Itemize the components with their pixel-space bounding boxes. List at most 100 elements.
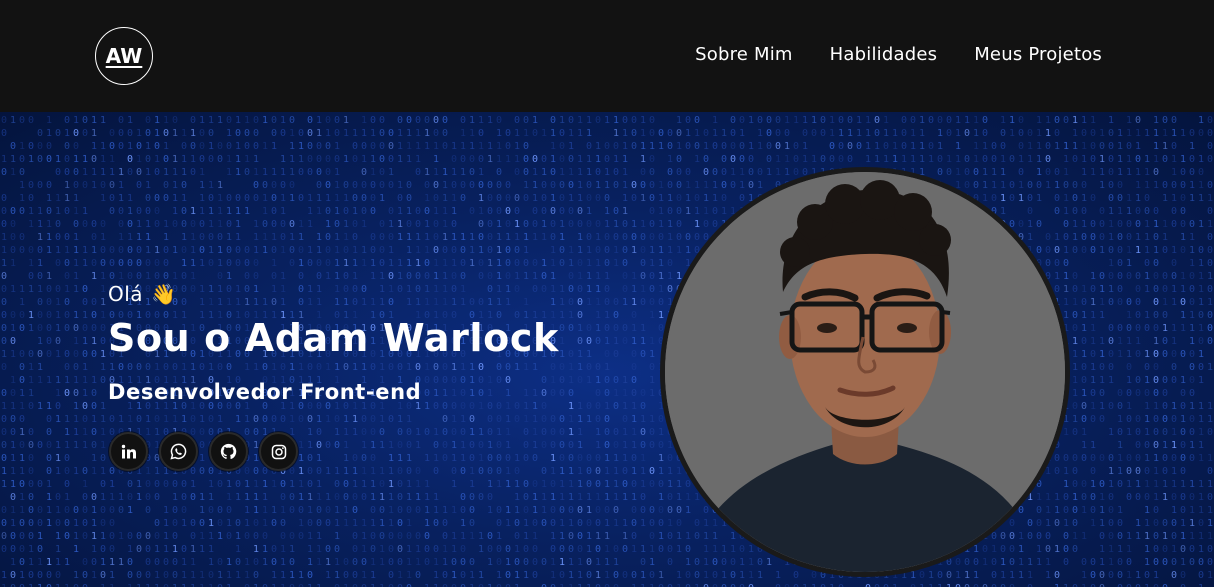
svg-text:0: 0 <box>964 180 970 191</box>
svg-text:0: 0 <box>361 284 367 295</box>
svg-text:1: 1 <box>478 570 484 581</box>
svg-text:0: 0 <box>1 115 7 126</box>
svg-text:0: 0 <box>649 193 655 204</box>
svg-text:0: 0 <box>1081 401 1087 412</box>
svg-text:1: 1 <box>640 115 646 126</box>
svg-text:1: 1 <box>1063 583 1069 587</box>
svg-text:1: 1 <box>163 518 169 529</box>
svg-text:0: 0 <box>721 154 727 165</box>
svg-text:1: 1 <box>172 167 178 178</box>
svg-text:1: 1 <box>955 141 961 152</box>
svg-text:0: 0 <box>568 284 574 295</box>
svg-text:0: 0 <box>1117 323 1123 334</box>
svg-text:0: 0 <box>1189 375 1195 386</box>
svg-text:1: 1 <box>838 128 844 139</box>
nav-link-habilidades[interactable]: Habilidades <box>830 44 938 65</box>
svg-text:0: 0 <box>514 206 520 217</box>
svg-text:0: 0 <box>388 544 394 555</box>
svg-text:1: 1 <box>415 258 421 269</box>
whatsapp-button[interactable] <box>159 432 198 471</box>
svg-text:1: 1 <box>334 531 340 542</box>
svg-text:0: 0 <box>631 518 637 529</box>
svg-text:0: 0 <box>1117 557 1123 568</box>
svg-text:1: 1 <box>334 245 340 256</box>
svg-text:1: 1 <box>919 141 925 152</box>
linkedin-button[interactable] <box>109 432 148 471</box>
svg-text:0: 0 <box>523 193 529 204</box>
svg-text:0: 0 <box>1 323 7 334</box>
svg-text:1: 1 <box>658 206 664 217</box>
svg-text:1: 1 <box>82 440 88 451</box>
svg-text:1: 1 <box>622 297 628 308</box>
svg-text:1: 1 <box>550 297 556 308</box>
svg-text:0: 0 <box>496 453 502 464</box>
svg-text:0: 0 <box>559 414 565 425</box>
svg-text:0: 0 <box>1 505 7 516</box>
svg-text:0: 0 <box>1126 232 1132 243</box>
svg-text:1: 1 <box>937 583 943 587</box>
svg-text:0: 0 <box>28 245 34 256</box>
svg-text:1: 1 <box>325 492 331 503</box>
svg-text:0: 0 <box>1108 505 1114 516</box>
svg-text:0: 0 <box>163 583 169 587</box>
logo[interactable]: AW <box>95 27 153 85</box>
svg-text:1: 1 <box>154 245 160 256</box>
svg-text:1: 1 <box>235 115 241 126</box>
svg-text:0: 0 <box>793 167 799 178</box>
svg-text:1: 1 <box>28 206 34 217</box>
instagram-button[interactable] <box>259 432 298 471</box>
svg-text:0: 0 <box>1 284 7 295</box>
svg-text:0: 0 <box>1162 544 1168 555</box>
svg-text:0: 0 <box>748 583 754 587</box>
github-button[interactable] <box>209 432 248 471</box>
svg-text:0: 0 <box>667 531 673 542</box>
svg-text:0: 0 <box>595 544 601 555</box>
svg-text:1: 1 <box>397 219 403 230</box>
svg-text:0: 0 <box>442 401 448 412</box>
svg-text:0: 0 <box>1153 362 1159 373</box>
svg-text:1: 1 <box>271 362 277 373</box>
svg-text:1: 1 <box>928 154 934 165</box>
svg-text:0: 0 <box>73 167 79 178</box>
svg-text:0: 0 <box>379 154 385 165</box>
svg-text:0: 0 <box>991 154 997 165</box>
svg-text:0: 0 <box>973 167 979 178</box>
svg-text:0: 0 <box>964 167 970 178</box>
svg-text:1: 1 <box>478 544 484 555</box>
svg-text:0: 0 <box>298 193 304 204</box>
svg-text:1: 1 <box>433 427 439 438</box>
svg-text:0: 0 <box>586 570 592 581</box>
svg-text:1: 1 <box>496 128 502 139</box>
nav-link-sobre-mim[interactable]: Sobre Mim <box>695 44 793 65</box>
svg-text:0: 0 <box>73 349 79 360</box>
svg-text:1: 1 <box>100 414 106 425</box>
svg-text:1: 1 <box>1090 518 1096 529</box>
svg-text:1: 1 <box>1081 427 1087 438</box>
svg-text:1: 1 <box>82 167 88 178</box>
svg-text:0: 0 <box>1162 388 1168 399</box>
svg-text:0: 0 <box>172 557 178 568</box>
svg-text:0: 0 <box>100 375 106 386</box>
svg-text:1: 1 <box>757 141 763 152</box>
svg-text:1: 1 <box>649 414 655 425</box>
svg-text:1: 1 <box>1207 453 1213 464</box>
svg-text:0: 0 <box>505 271 511 282</box>
svg-text:1: 1 <box>1207 505 1213 516</box>
svg-text:0: 0 <box>73 141 79 152</box>
svg-text:0: 0 <box>604 284 610 295</box>
svg-text:1: 1 <box>883 154 889 165</box>
nav-link-meus-projetos[interactable]: Meus Projetos <box>974 44 1102 65</box>
svg-text:1: 1 <box>1189 479 1195 490</box>
svg-text:0: 0 <box>442 115 448 126</box>
svg-text:0: 0 <box>190 531 196 542</box>
svg-text:1: 1 <box>316 557 322 568</box>
svg-text:0: 0 <box>316 154 322 165</box>
profile-photo <box>660 167 1070 577</box>
svg-text:1: 1 <box>793 115 799 126</box>
svg-text:0: 0 <box>1162 336 1168 347</box>
svg-text:1: 1 <box>208 219 214 230</box>
svg-text:1: 1 <box>478 115 484 126</box>
svg-text:1: 1 <box>127 505 133 516</box>
svg-text:0: 0 <box>730 154 736 165</box>
svg-text:1: 1 <box>1153 453 1159 464</box>
